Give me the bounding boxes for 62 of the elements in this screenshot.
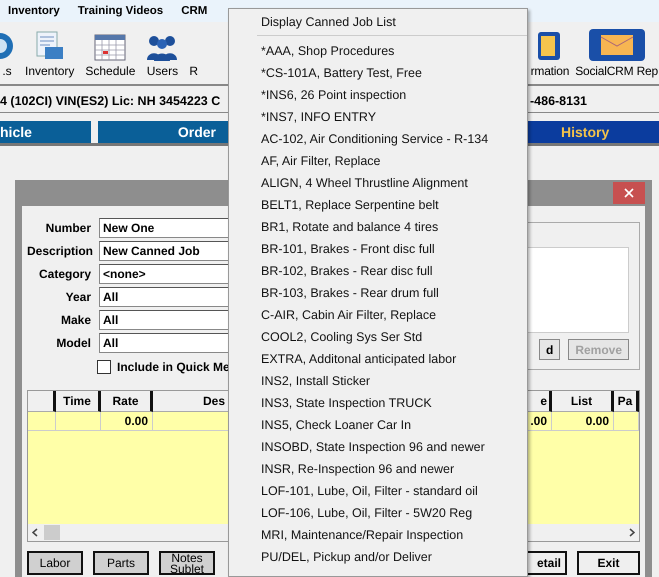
toolbar-button[interactable]: SocialCRM Rep: [575, 26, 658, 78]
close-icon: [624, 188, 634, 198]
menu-item[interactable]: *INS7, INFO ENTRY: [229, 106, 527, 128]
table-cell: [614, 412, 639, 431]
table-cell: [28, 412, 56, 431]
toolbar-button[interactable]: Inventory: [25, 26, 74, 78]
table-cell: 0.00: [552, 412, 614, 431]
scroll-thumb[interactable]: [44, 525, 60, 540]
column-header: Rate: [101, 391, 153, 412]
button[interactable]: d: [538, 339, 560, 360]
toolbar-button[interactable]: R: [189, 26, 198, 78]
vehicle-info: 4 (102CI) VIN(ES2) Lic: NH 3454223 C: [0, 94, 220, 108]
table-cell: [56, 412, 101, 431]
toolbar-button[interactable]: Users: [146, 26, 178, 78]
folder-icon: [538, 31, 562, 61]
button[interactable]: Parts: [93, 551, 149, 575]
menu-item[interactable]: AF, Air Filter, Replace: [229, 150, 527, 172]
column-header: Time: [56, 391, 101, 412]
scroll-left-icon[interactable]: [32, 528, 38, 537]
button[interactable]: Labor: [27, 551, 83, 575]
menu-item[interactable]: INSOBD, State Inspection 96 and newer: [229, 436, 527, 458]
button[interactable]: Notes Sublet: [159, 551, 215, 575]
menu-item[interactable]: LOF-106, Lube, Oil, Filter - 5W20 Reg: [229, 502, 527, 524]
menu-bar-item[interactable]: CRM: [173, 5, 208, 17]
menu-item[interactable]: INSR, Re-Inspection 96 and newer: [229, 458, 527, 480]
phone-number: -486-8131: [530, 94, 587, 108]
calendar-icon: [94, 33, 126, 61]
menu-item[interactable]: AC-102, Air Conditioning Service - R-134: [229, 128, 527, 150]
menu-item[interactable]: LOF-101, Lube, Oil, Filter - standard oil: [229, 480, 527, 502]
menu-bar-item[interactable]: Inventory: [0, 5, 60, 17]
close-button[interactable]: [613, 182, 645, 204]
button[interactable]: Exit: [577, 551, 640, 575]
toolbar-button[interactable]: Schedule: [85, 26, 136, 78]
column-header: Pa: [614, 391, 639, 412]
wheel-icon: [0, 31, 14, 61]
field-label: Year: [64, 290, 91, 304]
menu-item[interactable]: INS2, Install Sticker: [229, 370, 527, 392]
field-label: Number: [44, 221, 91, 235]
column-header: List: [552, 391, 614, 412]
toolbar-button[interactable]: rmation: [530, 26, 570, 78]
menu-bar-item[interactable]: Training Videos: [70, 5, 164, 17]
tab[interactable]: History: [528, 121, 659, 143]
menu-item[interactable]: BELT1, Replace Serpentine belt: [229, 194, 527, 216]
field-label: Category: [38, 267, 91, 281]
menu-title[interactable]: Display Canned Job List: [257, 9, 527, 36]
users-icon: [146, 33, 178, 61]
checkbox[interactable]: [97, 360, 111, 374]
document-box-icon: [34, 31, 65, 61]
field-label: Model: [55, 336, 91, 350]
envelope-icon: [588, 29, 645, 61]
toolbar-button[interactable]: .s: [0, 26, 14, 78]
menu-item[interactable]: *AAA, Shop Procedures: [229, 40, 527, 62]
column-header: [28, 391, 56, 412]
menu-item[interactable]: *INS6, 26 Point inspection: [229, 84, 527, 106]
checkbox-label: Include in Quick Me: [117, 360, 230, 374]
menu-item[interactable]: ALIGN, 4 Wheel Thrustline Alignment: [229, 172, 527, 194]
table-cell: 0.00: [101, 412, 153, 431]
field-label: Description: [27, 244, 91, 258]
menu-item[interactable]: *CS-101A, Battery Test, Free: [229, 62, 527, 84]
field-label: Make: [60, 313, 91, 327]
menu-item[interactable]: MRI, Maintenance/Repair Inspection: [229, 524, 527, 546]
scroll-right-icon[interactable]: [629, 528, 635, 537]
